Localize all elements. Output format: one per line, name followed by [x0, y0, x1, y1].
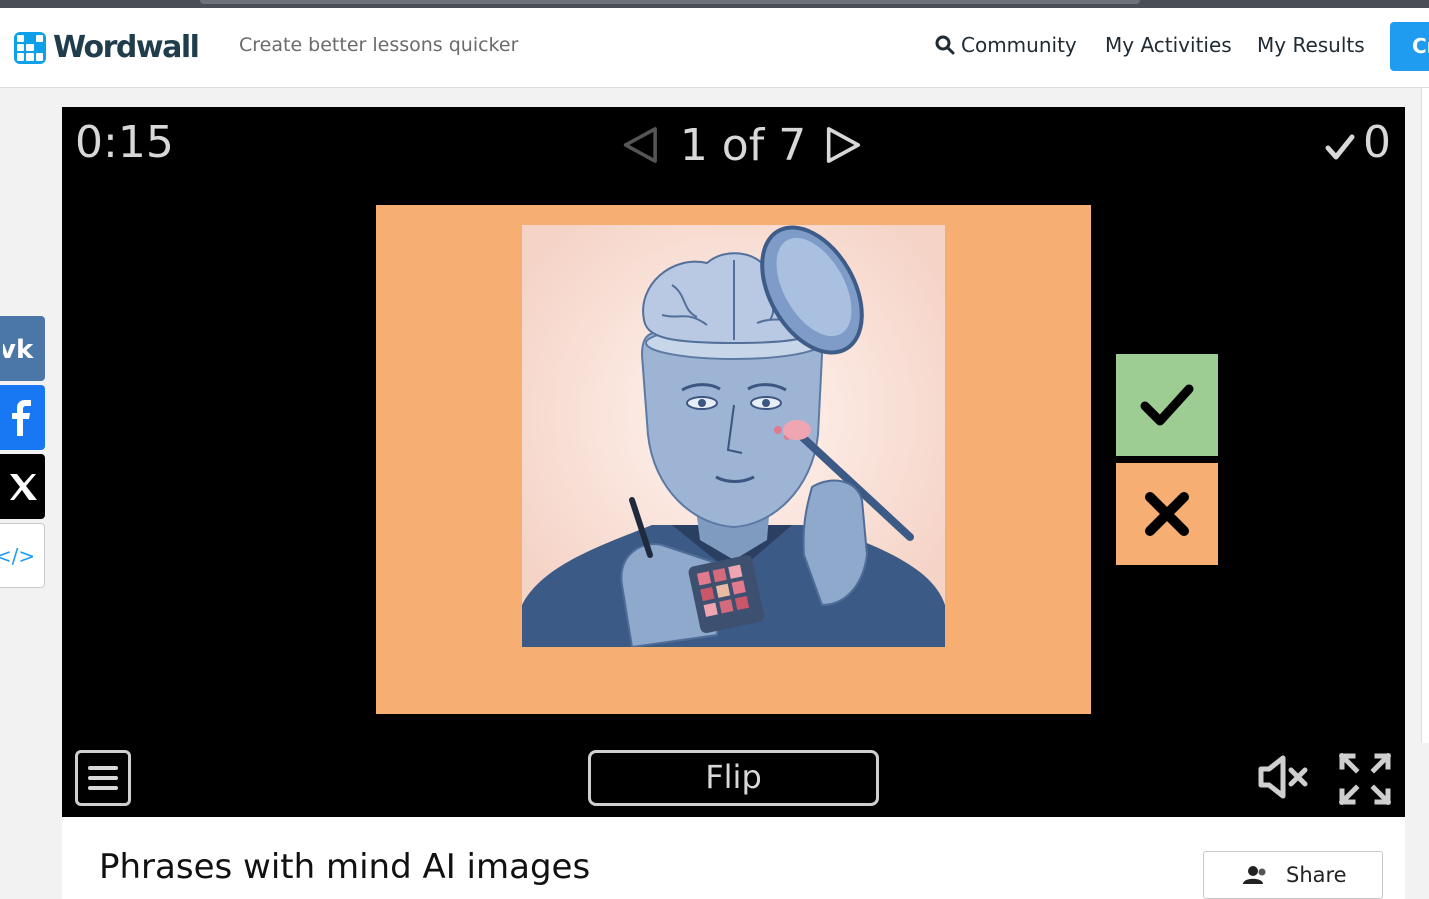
flashcard[interactable]: [376, 205, 1091, 714]
activity-title: Phrases with mind AI images: [99, 847, 591, 887]
vk-share-button[interactable]: vk: [0, 316, 45, 381]
mute-button[interactable]: [1257, 755, 1311, 803]
nav-community-label: Community: [961, 33, 1077, 57]
previous-card-icon[interactable]: [622, 124, 658, 166]
score-value: 0: [1363, 117, 1391, 168]
page-scroll-edge: [1421, 88, 1429, 743]
flip-label: Flip: [705, 758, 762, 796]
mark-wrong-button[interactable]: [1116, 463, 1218, 565]
nav-my-results-label: My Results: [1257, 33, 1365, 57]
browser-top-strip: [0, 0, 1429, 8]
embed-button[interactable]: </>: [0, 523, 45, 588]
game-area: 0:15 1 of 7 0 Flip: [62, 107, 1405, 817]
search-icon: [935, 35, 955, 55]
fullscreen-icon: [1338, 752, 1392, 806]
x-share-button[interactable]: [0, 454, 45, 519]
activity-info-bar: Phrases with mind AI images Share: [62, 817, 1405, 899]
tagline: Create better lessons quicker: [239, 34, 519, 56]
site-header: Wordwall Create better lessons quicker C…: [0, 8, 1429, 88]
card-image: [522, 225, 945, 647]
x-logo-icon: [9, 473, 37, 500]
flip-button[interactable]: Flip: [588, 750, 879, 806]
logo-text: Wordwall: [53, 30, 200, 65]
vk-icon: vk: [3, 335, 34, 364]
embed-icon: </>: [0, 543, 36, 568]
card-pager: 1 of 7: [622, 119, 862, 171]
facebook-icon: [11, 399, 31, 436]
share-button[interactable]: Share: [1203, 851, 1383, 899]
browser-tab-strip: [200, 0, 1140, 4]
card-counter: 1 of 7: [679, 119, 807, 171]
speaker-muted-icon: [1258, 755, 1308, 799]
nav-my-activities-label: My Activities: [1105, 33, 1232, 57]
checkmark-icon: [1140, 384, 1194, 426]
share-users-icon: [1243, 866, 1266, 884]
facebook-share-button[interactable]: [0, 385, 45, 450]
nav-my-results[interactable]: My Results: [1257, 33, 1365, 57]
nav-community[interactable]: Community: [935, 33, 1077, 57]
menu-button[interactable]: [75, 750, 131, 806]
wordwall-logo[interactable]: Wordwall: [14, 30, 200, 65]
nav-my-activities[interactable]: My Activities: [1105, 33, 1232, 57]
share-label: Share: [1286, 863, 1347, 887]
score-display: 0: [1325, 117, 1391, 168]
cross-icon: [1145, 492, 1189, 536]
ai-illustration-head-with-brain: [522, 225, 945, 647]
hamburger-icon-bar: [88, 776, 118, 780]
checkmark-icon: [1325, 134, 1355, 159]
hamburger-icon-bar: [88, 766, 118, 770]
wordwall-logo-icon: [14, 31, 46, 64]
timer: 0:15: [75, 117, 174, 168]
mark-correct-button[interactable]: [1116, 354, 1218, 456]
create-activity-label: Cr: [1412, 34, 1429, 58]
next-card-icon[interactable]: [826, 124, 862, 166]
vk-text: vk: [3, 335, 34, 364]
fullscreen-button[interactable]: [1338, 752, 1392, 809]
hamburger-icon-bar: [88, 786, 118, 790]
create-activity-button[interactable]: Cr: [1390, 22, 1429, 71]
